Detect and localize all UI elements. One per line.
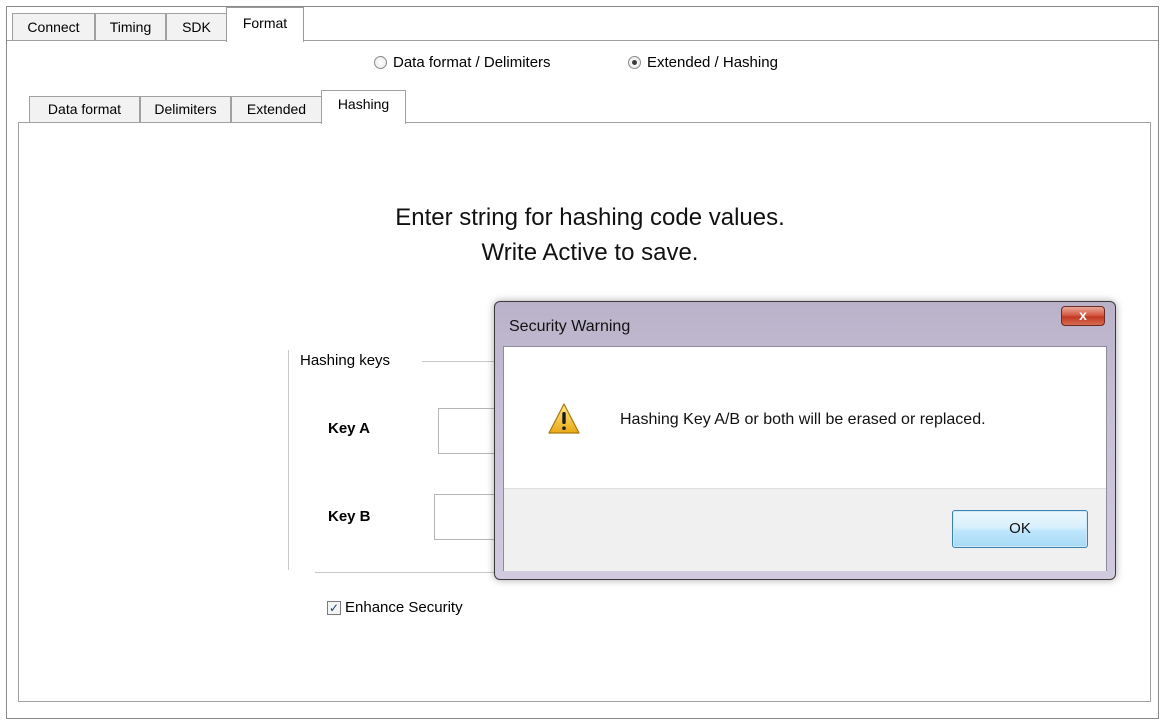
- close-icon: x: [1079, 307, 1087, 323]
- tab-format[interactable]: Format: [226, 7, 304, 42]
- group-border: [422, 361, 502, 362]
- radio-extended-hashing[interactable]: Extended / Hashing: [628, 52, 778, 72]
- ok-button[interactable]: OK: [952, 510, 1088, 548]
- subtab-delimiters[interactable]: Delimiters: [140, 96, 231, 122]
- key-a-label: Key A: [328, 420, 370, 437]
- instructions-text: Enter string for hashing code values. Wr…: [300, 200, 880, 270]
- key-b-input[interactable]: [434, 494, 498, 540]
- key-a-input[interactable]: [438, 408, 498, 454]
- close-button[interactable]: x: [1061, 306, 1105, 326]
- instructions-line-1: Enter string for hashing code values.: [395, 204, 785, 231]
- radio-button-selected-icon: [628, 55, 641, 69]
- security-warning-dialog: Security Warning x Hashing Key A/B or bo…: [494, 301, 1116, 580]
- subtab-data-format[interactable]: Data format: [29, 96, 140, 122]
- tab-timing[interactable]: Timing: [95, 13, 166, 40]
- instructions-line-2: Write Active to save.: [481, 239, 699, 266]
- dialog-button-bar: OK: [504, 488, 1106, 571]
- key-b-label: Key B: [328, 508, 371, 525]
- tab-connect[interactable]: Connect: [12, 13, 95, 40]
- tab-sdk[interactable]: SDK: [166, 13, 227, 40]
- dialog-message: Hashing Key A/B or both will be erased o…: [620, 411, 986, 428]
- radio-button-icon: [374, 55, 387, 69]
- subtab-extended[interactable]: Extended: [231, 96, 322, 122]
- radio-label: Data format / Delimiters: [393, 53, 551, 71]
- enhance-security-checkbox[interactable]: ✓ Enhance Security: [327, 599, 463, 616]
- group-border: [288, 350, 289, 570]
- checkbox-checked-icon: ✓: [327, 600, 341, 615]
- radio-label: Extended / Hashing: [647, 53, 778, 71]
- tab-panel-border: [7, 40, 1158, 41]
- warning-icon: [548, 403, 580, 434]
- enhance-security-label: Enhance Security: [345, 599, 463, 616]
- group-border: [315, 572, 502, 573]
- dialog-body: Hashing Key A/B or both will be erased o…: [503, 346, 1107, 571]
- hashing-keys-group-title: Hashing keys: [300, 352, 391, 369]
- dialog-title: Security Warning: [509, 318, 631, 335]
- subtab-hashing[interactable]: Hashing: [321, 90, 406, 124]
- radio-data-format-delimiters[interactable]: Data format / Delimiters: [374, 52, 551, 72]
